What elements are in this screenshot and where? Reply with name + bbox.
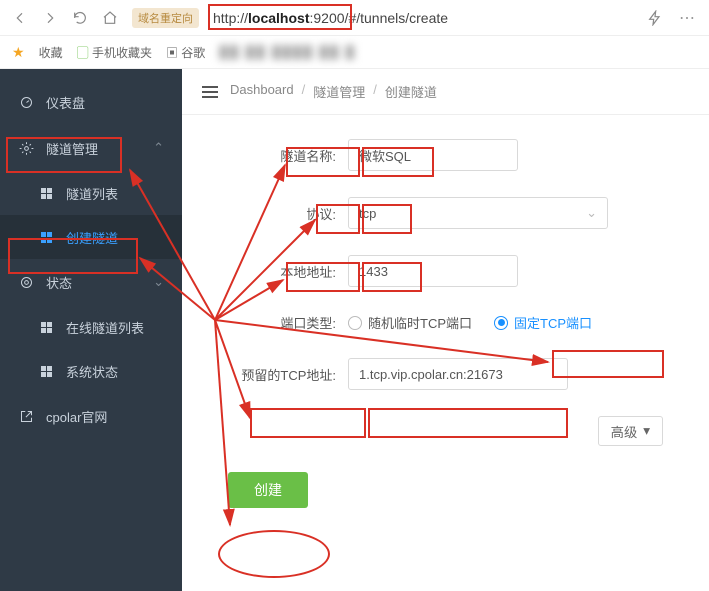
more-menu-button[interactable]: ⋯ xyxy=(673,8,701,28)
protocol-select[interactable]: tcp ⌄ xyxy=(348,197,608,229)
sidebar-item-online-list[interactable]: 在线隧道列表 xyxy=(0,305,182,349)
breadcrumb-sep: / xyxy=(373,82,377,101)
create-tunnel-form: 隧道名称: 协议: tcp ⌄ 本地地址: 端口类型: 随机临时T xyxy=(182,115,709,558)
radio-random-port[interactable]: 随机临时TCP端口 xyxy=(348,313,472,332)
reload-button[interactable] xyxy=(68,6,92,30)
grid-icon xyxy=(38,363,54,379)
row-port-type: 端口类型: 随机临时TCP端口 固定TCP端口 xyxy=(208,313,683,332)
sidebar-item-tunnel-list[interactable]: 隧道列表 xyxy=(0,171,182,215)
grid-icon xyxy=(38,229,54,245)
radio-dot xyxy=(494,316,508,330)
label-name: 隧道名称: xyxy=(208,146,348,165)
bookmarks-bar: ★ 收藏 ▢ 手机收藏夹 ▣ 谷歌 ██ ██ ████ ██ █ xyxy=(0,36,709,69)
dashboard-icon xyxy=(18,94,34,110)
row-reserved-addr: 预留的TCP地址: xyxy=(208,358,683,390)
sidebar-item-tunnel-mgmt[interactable]: 隧道管理 ⌃ xyxy=(0,125,182,171)
radio-label: 随机临时TCP端口 xyxy=(368,313,472,332)
port-type-radios: 随机临时TCP端口 固定TCP端口 xyxy=(348,313,592,332)
sidebar-item-status[interactable]: 状态 ⌄ xyxy=(0,259,182,305)
advanced-button[interactable]: 高级 ▾ xyxy=(598,416,663,446)
url-input[interactable]: http://localhost:9200/#/tunnels/create xyxy=(205,6,637,30)
sidebar-item-tunnel-create[interactable]: 创建隧道 xyxy=(0,215,182,259)
submit-button[interactable]: 创建 xyxy=(228,472,308,508)
chevron-up-icon: ⌃ xyxy=(153,140,164,156)
browser-toolbar: 域名重定向 http://localhost:9200/#/tunnels/cr… xyxy=(0,0,709,36)
breadcrumb-root[interactable]: Dashboard xyxy=(230,82,294,101)
gear-icon xyxy=(18,140,34,156)
name-field[interactable] xyxy=(348,139,518,171)
bookmark-fav[interactable]: 收藏 xyxy=(39,44,63,61)
chevron-down-icon: ⌄ xyxy=(153,274,164,290)
home-button[interactable] xyxy=(98,6,122,30)
bookmark-mobile[interactable]: ▢ 手机收藏夹 xyxy=(77,44,152,61)
row-name: 隧道名称: xyxy=(208,139,683,171)
sidebar-item-label: 创建隧道 xyxy=(66,228,118,247)
caret-down-icon: ▾ xyxy=(643,423,650,439)
app-root: 仪表盘 隧道管理 ⌃ 隧道列表 创建隧道 状态 ⌄ 在线隧道列表 系统状态 xyxy=(0,69,709,591)
url-port: :9200/ xyxy=(310,10,349,26)
label-reserved-addr: 预留的TCP地址: xyxy=(208,365,348,384)
menu-toggle-button[interactable] xyxy=(202,86,218,98)
redirect-badge: 域名重定向 xyxy=(132,8,199,28)
radio-dot xyxy=(348,316,362,330)
sidebar-item-label: 在线隧道列表 xyxy=(66,318,144,337)
grid-icon xyxy=(38,185,54,201)
chevron-down-icon: ⌄ xyxy=(586,205,597,221)
url-path: #/tunnels/create xyxy=(348,10,448,26)
sidebar-item-label: 状态 xyxy=(46,273,72,292)
row-protocol: 协议: tcp ⌄ xyxy=(208,197,683,229)
label-protocol: 协议: xyxy=(208,204,348,223)
sidebar-item-label: 隧道管理 xyxy=(46,139,98,158)
sidebar-item-label: 仪表盘 xyxy=(46,93,85,112)
back-button[interactable] xyxy=(8,6,32,30)
label-local-addr: 本地地址: xyxy=(208,262,348,281)
forward-button[interactable] xyxy=(38,6,62,30)
status-icon xyxy=(18,274,34,290)
main-content: Dashboard / 隧道管理 / 创建隧道 隧道名称: 协议: tcp ⌄ … xyxy=(182,69,709,591)
row-submit: 创建 xyxy=(208,472,683,508)
sidebar: 仪表盘 隧道管理 ⌃ 隧道列表 创建隧道 状态 ⌄ 在线隧道列表 系统状态 xyxy=(0,69,182,591)
grid-icon xyxy=(38,319,54,335)
breadcrumb-sep: / xyxy=(302,82,306,101)
sidebar-item-label: cpolar官网 xyxy=(46,407,107,426)
breadcrumb: Dashboard / 隧道管理 / 创建隧道 xyxy=(230,82,437,101)
breadcrumb-mid[interactable]: 隧道管理 xyxy=(313,82,365,101)
url-prefix: http:// xyxy=(213,10,248,26)
flash-icon[interactable] xyxy=(643,6,667,30)
star-icon: ★ xyxy=(12,44,25,61)
radio-fixed-port[interactable]: 固定TCP端口 xyxy=(494,313,592,332)
url-host: localhost xyxy=(248,10,309,26)
radio-label: 固定TCP端口 xyxy=(514,313,592,332)
label-port-type: 端口类型: xyxy=(208,313,348,332)
sidebar-item-label: 隧道列表 xyxy=(66,184,118,203)
bookmark-blurred: ██ ██ ████ ██ █ xyxy=(219,45,356,59)
external-link-icon xyxy=(18,408,34,424)
sidebar-item-label: 系统状态 xyxy=(66,362,118,381)
breadcrumb-leaf: 创建隧道 xyxy=(385,82,437,101)
row-advanced: 高级 ▾ xyxy=(208,416,683,446)
protocol-value: tcp xyxy=(359,206,376,221)
topbar: Dashboard / 隧道管理 / 创建隧道 xyxy=(182,69,709,115)
sidebar-item-official[interactable]: cpolar官网 xyxy=(0,393,182,439)
sidebar-item-sys-status[interactable]: 系统状态 xyxy=(0,349,182,393)
reserved-addr-field[interactable] xyxy=(348,358,568,390)
row-local-addr: 本地地址: xyxy=(208,255,683,287)
sidebar-item-dashboard[interactable]: 仪表盘 xyxy=(0,79,182,125)
bookmark-google[interactable]: ▣ 谷歌 xyxy=(166,44,205,61)
local-addr-field[interactable] xyxy=(348,255,518,287)
